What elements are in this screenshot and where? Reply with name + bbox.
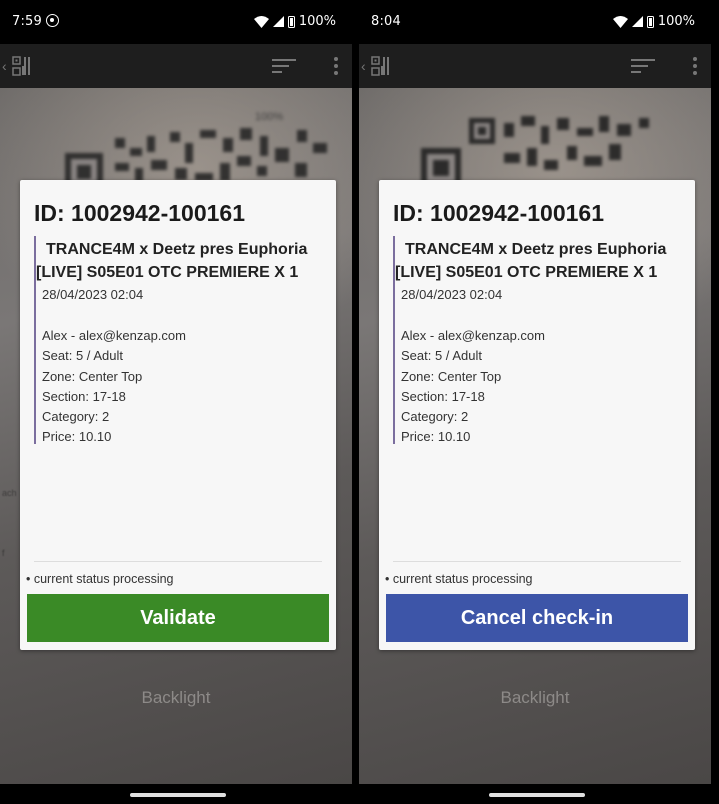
ticket-info-list: Alex - alex@kenzap.com Seat: 5 / Adult Z… [36, 326, 324, 448]
ticket-holder: Alex - alex@kenzap.com [401, 328, 545, 343]
ticket-info-list: Alex - alex@kenzap.com Seat: 5 / Adult Z… [395, 326, 683, 448]
status-bar: 8:04 100% [359, 0, 711, 44]
status-time: 8:04 [371, 14, 401, 29]
event-title: TRANCE4M x Deetz pres Euphoria [LIVE] S0… [395, 236, 683, 284]
ticket-category: Category: 2 [401, 409, 469, 425]
ticket-id: ID: 1002942-100161 [34, 200, 245, 226]
validate-button[interactable]: Validate [27, 594, 329, 642]
battery-percent: 100% [298, 14, 336, 29]
qr-code-icon[interactable] [371, 56, 391, 76]
event-title-line1: TRANCE4M x Deetz pres Euphoria [405, 241, 667, 258]
event-title-line2: [LIVE] S05E01 OTC PREMIERE X 1 [395, 264, 658, 281]
more-vert-icon[interactable] [332, 56, 340, 76]
ticket-price: Price: 10.10 [401, 429, 471, 445]
battery-icon [287, 15, 295, 28]
ticket-price: Price: 10.10 [42, 429, 112, 445]
divider [393, 561, 681, 562]
gesture-nav-bar [0, 784, 352, 804]
backlight-button[interactable]: Backlight [0, 688, 352, 708]
ticket-category: Category: 2 [42, 409, 110, 425]
qr-code-icon[interactable] [12, 56, 32, 76]
svg-text:100%: 100% [255, 111, 283, 123]
ticket-holder: Alex - alex@kenzap.com [42, 328, 186, 343]
back-arrow-icon[interactable]: ‹ [361, 58, 366, 74]
ticket-seat: Seat: 5 / Adult [42, 348, 123, 364]
event-title-line2: [LIVE] S05E01 OTC PREMIERE X 1 [36, 264, 299, 281]
ticket-section: Section: 17-18 [401, 388, 485, 404]
back-arrow-icon[interactable]: ‹ [2, 58, 7, 74]
ticket-section: Section: 17-18 [42, 388, 126, 404]
wifi-icon [253, 15, 269, 28]
more-vert-icon[interactable] [691, 56, 699, 76]
filter-icon[interactable] [272, 58, 296, 74]
phone-screen-left: 7:59 100% ‹ 100% ach f Backlight ID: 100… [0, 0, 352, 804]
wifi-icon [612, 15, 628, 28]
app-toolbar: ‹ [359, 44, 711, 88]
ticket-details: TRANCE4M x Deetz pres Euphoria [LIVE] S0… [34, 236, 324, 444]
gesture-nav-bar [359, 784, 711, 804]
backlight-button[interactable]: Backlight [359, 688, 711, 708]
event-title-line1: TRANCE4M x Deetz pres Euphoria [46, 241, 308, 258]
whatsapp-icon [46, 14, 59, 27]
event-date: 28/04/2023 02:04 [42, 287, 144, 302]
battery-icon [646, 15, 654, 28]
signal-icon [631, 16, 643, 27]
ticket-zone: Zone: Center Top [401, 368, 502, 384]
home-handle[interactable] [130, 793, 226, 797]
ticket-dialog: ID: 1002942-100161 TRANCE4M x Deetz pres… [379, 180, 695, 650]
event-title: TRANCE4M x Deetz pres Euphoria [LIVE] S0… [36, 236, 324, 284]
app-toolbar: ‹ [0, 44, 352, 88]
ticket-id: ID: 1002942-100161 [393, 200, 604, 226]
phone-screen-right: 8:04 100% ‹ Backlight ID: 1002942-100161… [359, 0, 711, 804]
divider [34, 561, 322, 562]
ticket-details: TRANCE4M x Deetz pres Euphoria [LIVE] S0… [393, 236, 683, 444]
cancel-check-in-button[interactable]: Cancel check-in [386, 594, 688, 642]
status-time: 7:59 [12, 14, 42, 29]
home-handle[interactable] [489, 793, 585, 797]
event-date: 28/04/2023 02:04 [401, 287, 503, 302]
status-bar: 7:59 100% [0, 0, 352, 44]
status-text: • current status processing [385, 572, 533, 586]
filter-icon[interactable] [631, 58, 655, 74]
ticket-zone: Zone: Center Top [42, 368, 143, 384]
signal-icon [272, 16, 284, 27]
ticket-dialog: ID: 1002942-100161 TRANCE4M x Deetz pres… [20, 180, 336, 650]
status-text: • current status processing [26, 572, 174, 586]
ticket-seat: Seat: 5 / Adult [401, 348, 482, 364]
battery-percent: 100% [657, 14, 695, 29]
